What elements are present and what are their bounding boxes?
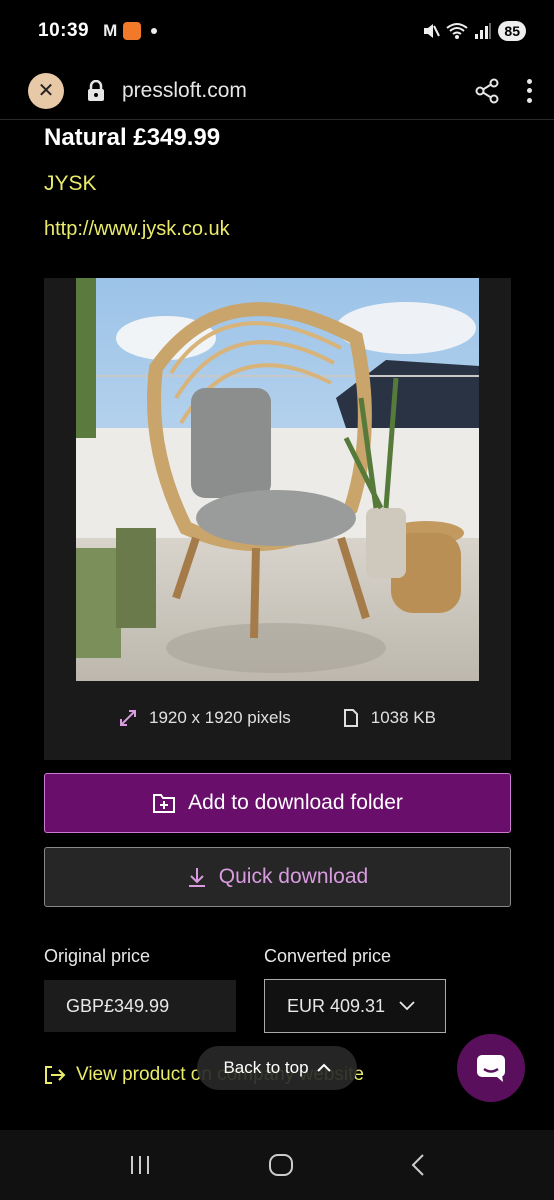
converted-price-label: Converted price [264,946,392,966]
gmail-icon: M [103,21,118,40]
image-dimensions: 1920 x 1920 pixels [119,708,291,728]
add-to-download-folder-label: Add to download folder [188,791,403,814]
image-size-text: 1038 KB [370,708,436,727]
external-link-icon [45,1066,66,1084]
brand-link[interactable]: JYSK [44,172,97,196]
back-to-top-button[interactable]: Back to top [197,1046,357,1090]
more-vert-icon[interactable] [526,78,532,103]
add-to-download-folder-button[interactable]: Add to download folder [44,773,511,833]
website-link[interactable]: http://www.jysk.co.uk [44,218,230,241]
chat-icon [477,1055,505,1082]
image-size: 1038 KB [343,708,436,728]
close-icon[interactable]: ✕ [28,72,64,109]
product-photo[interactable] [76,278,479,681]
chevron-up-icon [316,1063,331,1072]
original-price-label: Original price [44,946,151,966]
battery-indicator: 85 [498,21,526,41]
signal-icon [475,23,492,39]
converted-price-value: EUR 409.31 [287,995,386,1016]
mute-icon [424,24,441,38]
status-bar: 10:39 M 85 [0,0,554,62]
recent-apps-icon[interactable] [128,1154,152,1176]
resize-icon [119,710,136,726]
url-text[interactable]: pressloft.com [122,79,247,103]
download-icon [188,868,205,887]
app-notification-icon [123,22,142,40]
home-icon[interactable] [268,1153,294,1177]
file-icon [343,709,358,727]
lock-icon [88,79,104,101]
browser-url-bar: ✕ pressloft.com [0,62,554,120]
back-icon[interactable] [410,1153,426,1177]
add-folder-icon [153,794,176,813]
product-image-card: 1920 x 1920 pixels 1038 KB [44,278,511,760]
currency-select[interactable]: EUR 409.31 [264,979,446,1033]
image-meta: 1920 x 1920 pixels 1038 KB [44,708,511,728]
system-nav-bar [0,1130,554,1200]
chevron-down-icon [399,1001,415,1011]
system-icons: 85 [422,21,526,41]
back-to-top-label: Back to top [223,1058,309,1077]
quick-download-label: Quick download [218,865,369,888]
notification-icons: M [103,21,158,41]
status-time: 10:39 [38,20,90,41]
product-title: Natural £349.99 [44,124,221,151]
dot-icon [151,28,158,34]
quick-download-button[interactable]: Quick download [44,847,511,907]
wifi-icon [446,23,469,39]
chat-button[interactable] [457,1034,525,1102]
share-icon[interactable] [474,78,500,104]
image-dimensions-text: 1920 x 1920 pixels [148,708,291,727]
original-price-value: GBP£349.99 [44,980,236,1032]
